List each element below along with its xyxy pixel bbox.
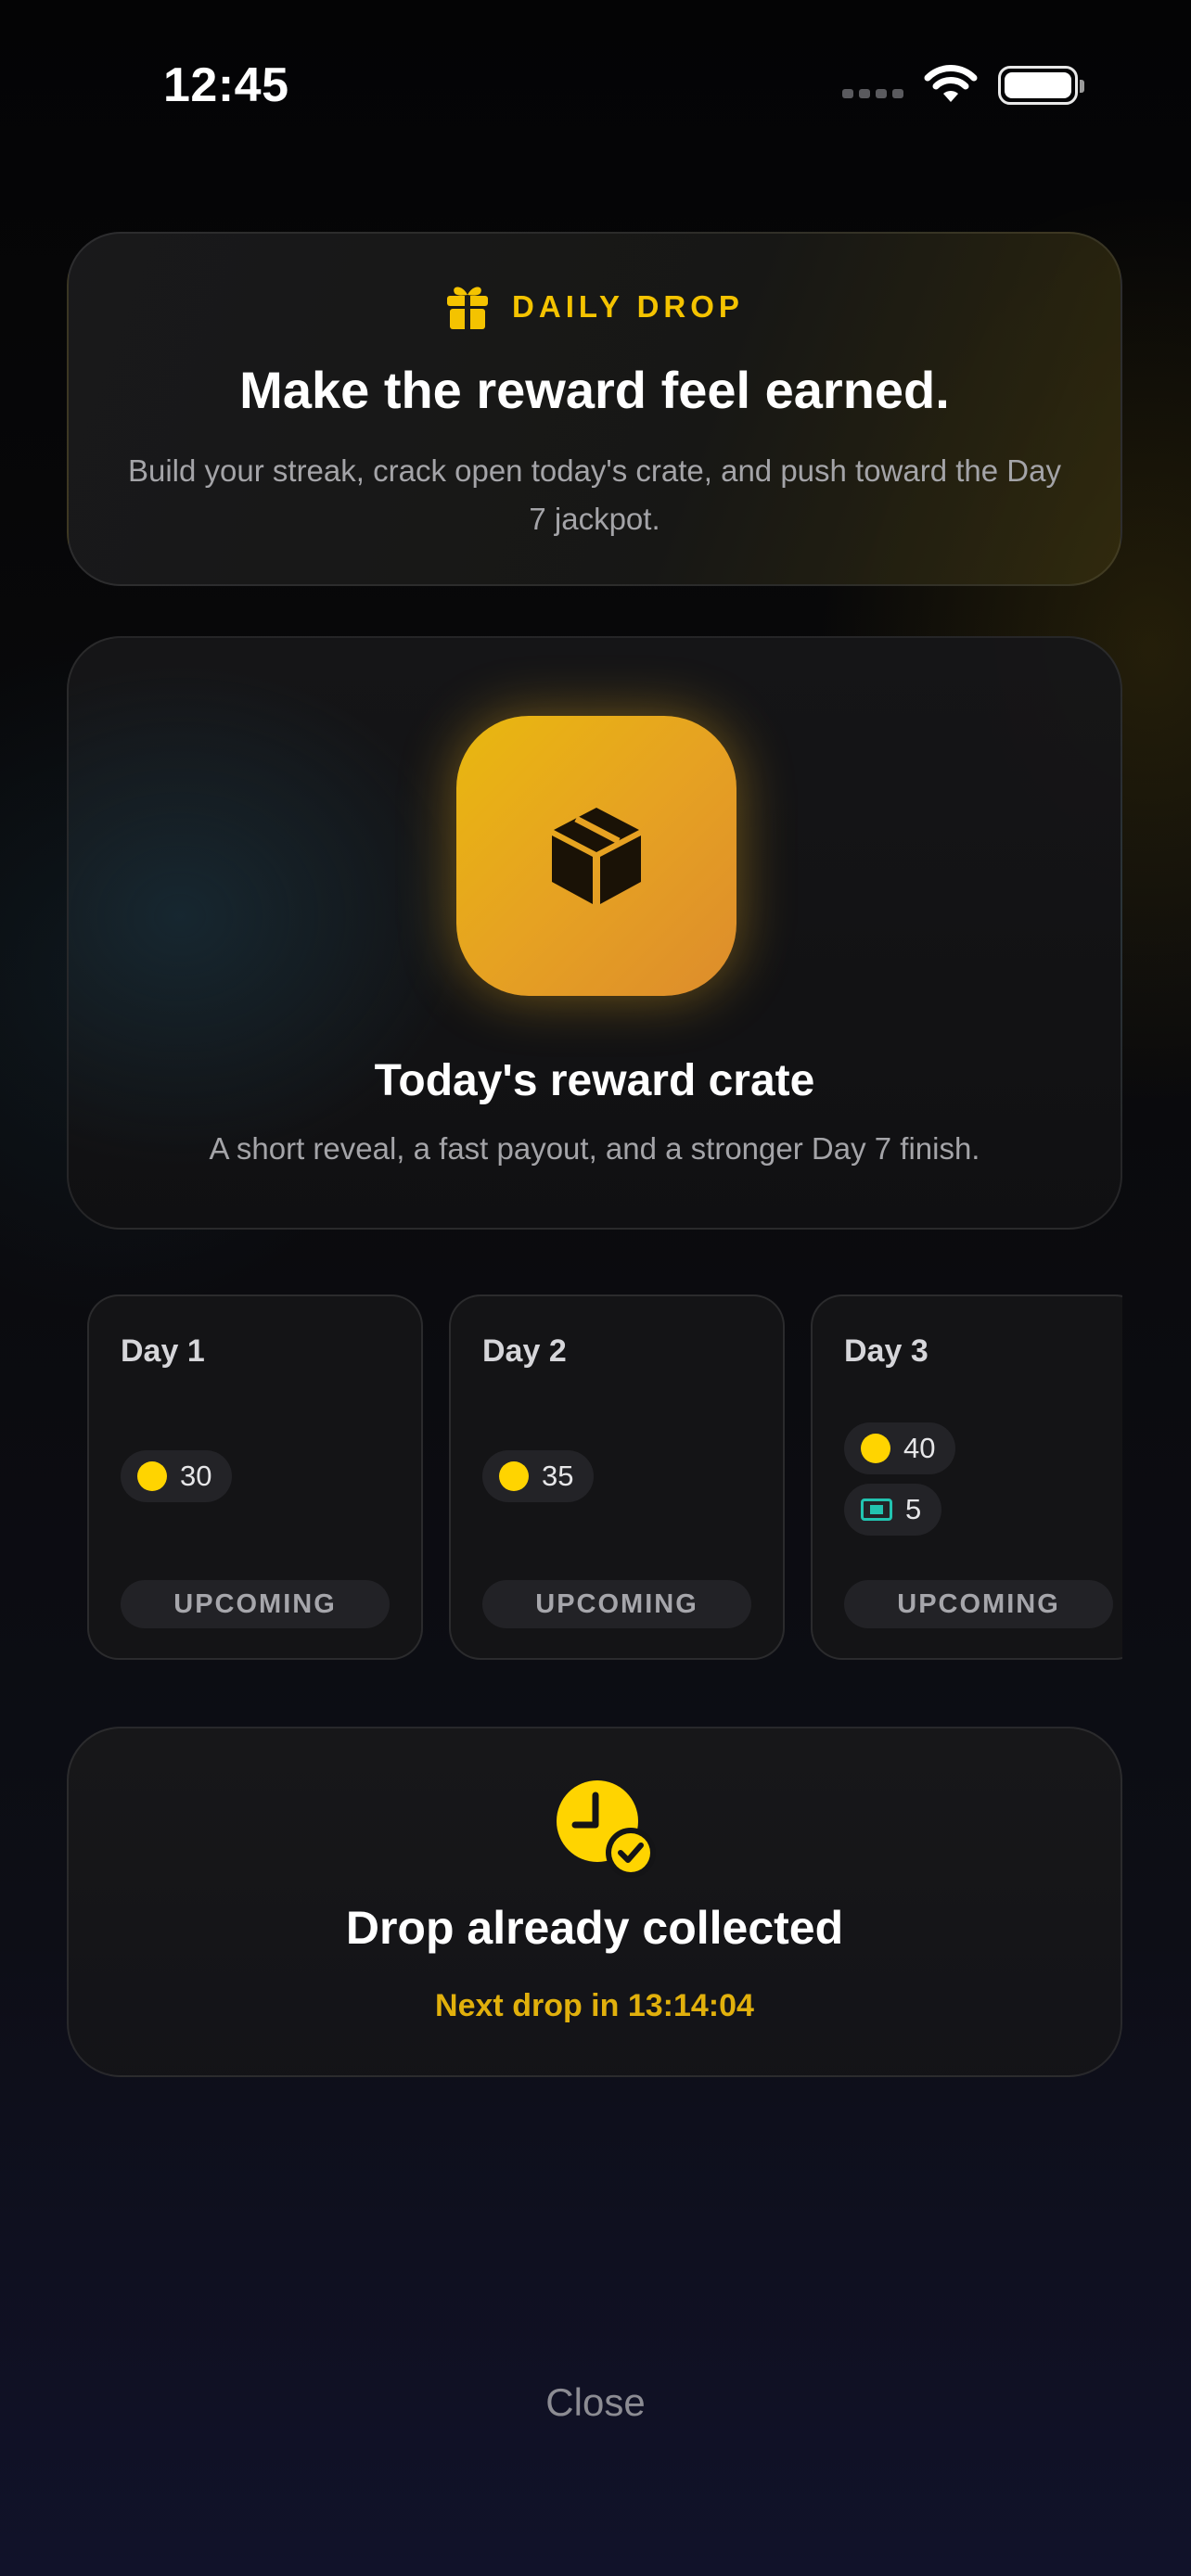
wifi-icon (924, 65, 978, 102)
collected-title: Drop already collected (345, 1902, 844, 1954)
close-button[interactable]: Close (410, 2365, 781, 2441)
reward-crate-card[interactable]: Today's reward crate A short reveal, a f… (67, 636, 1122, 1230)
page-subtitle: Build your streak, crack open today's cr… (127, 453, 1061, 536)
day-label: Day 3 (844, 1333, 928, 1369)
eyebrow-label: DAILY DROP (512, 289, 744, 324)
daily-drop-screen: 12:45 DAILY DROP Make the reward feel ea… (0, 0, 1191, 2576)
day-label: Day 2 (482, 1333, 567, 1369)
next-drop-countdown: Next drop in 13:14:04 (435, 1988, 754, 2023)
reward-pill-coins: 35 (482, 1450, 595, 1502)
day-card-2[interactable]: Day 2 35 UPCOMING (449, 1294, 785, 1660)
reward-amount: 35 (542, 1460, 574, 1492)
page-title: Make the reward feel earned. (239, 361, 950, 419)
day-card-3[interactable]: Day 3 40 5 UPCOMING (811, 1294, 1122, 1660)
coin-icon (861, 1434, 890, 1463)
status-indicators (842, 65, 1084, 106)
status-badge: UPCOMING (844, 1580, 1113, 1628)
coin-icon (137, 1461, 167, 1491)
day-card-1[interactable]: Day 1 30 UPCOMING (87, 1294, 423, 1660)
reward-amount: 30 (180, 1460, 212, 1492)
crate-icon[interactable] (456, 716, 736, 996)
reward-pill-coins: 40 (844, 1422, 956, 1474)
daily-drop-header-card: DAILY DROP Make the reward feel earned. … (67, 232, 1122, 586)
reward-pill-tickets: 5 (844, 1484, 942, 1536)
cellular-signal-icon (842, 89, 903, 98)
status-badge: UPCOMING (482, 1580, 751, 1628)
reward-amount: 5 (905, 1493, 922, 1525)
day-label: Day 1 (121, 1333, 205, 1369)
gift-icon (447, 287, 489, 329)
reward-amount: 40 (903, 1432, 936, 1464)
eyebrow: DAILY DROP (69, 284, 1121, 330)
ticket-icon (861, 1498, 892, 1521)
status-badge: UPCOMING (121, 1580, 390, 1628)
battery-icon (998, 66, 1084, 105)
reward-pill-coins: 30 (121, 1450, 233, 1502)
status-time: 12:45 (163, 58, 289, 112)
box-icon (552, 808, 641, 904)
coin-icon (499, 1461, 529, 1491)
day-rewards-carousel[interactable]: Day 1 30 UPCOMING Day 2 35 UPCOMING Day … (67, 1293, 1122, 1664)
crate-title: Today's reward crate (374, 1056, 815, 1105)
crate-subtitle: A short reveal, a fast payout, and a str… (209, 1131, 980, 1166)
clock-check-icon (557, 1780, 656, 1878)
drop-collected-card: Drop already collected Next drop in 13:1… (67, 1727, 1122, 2077)
